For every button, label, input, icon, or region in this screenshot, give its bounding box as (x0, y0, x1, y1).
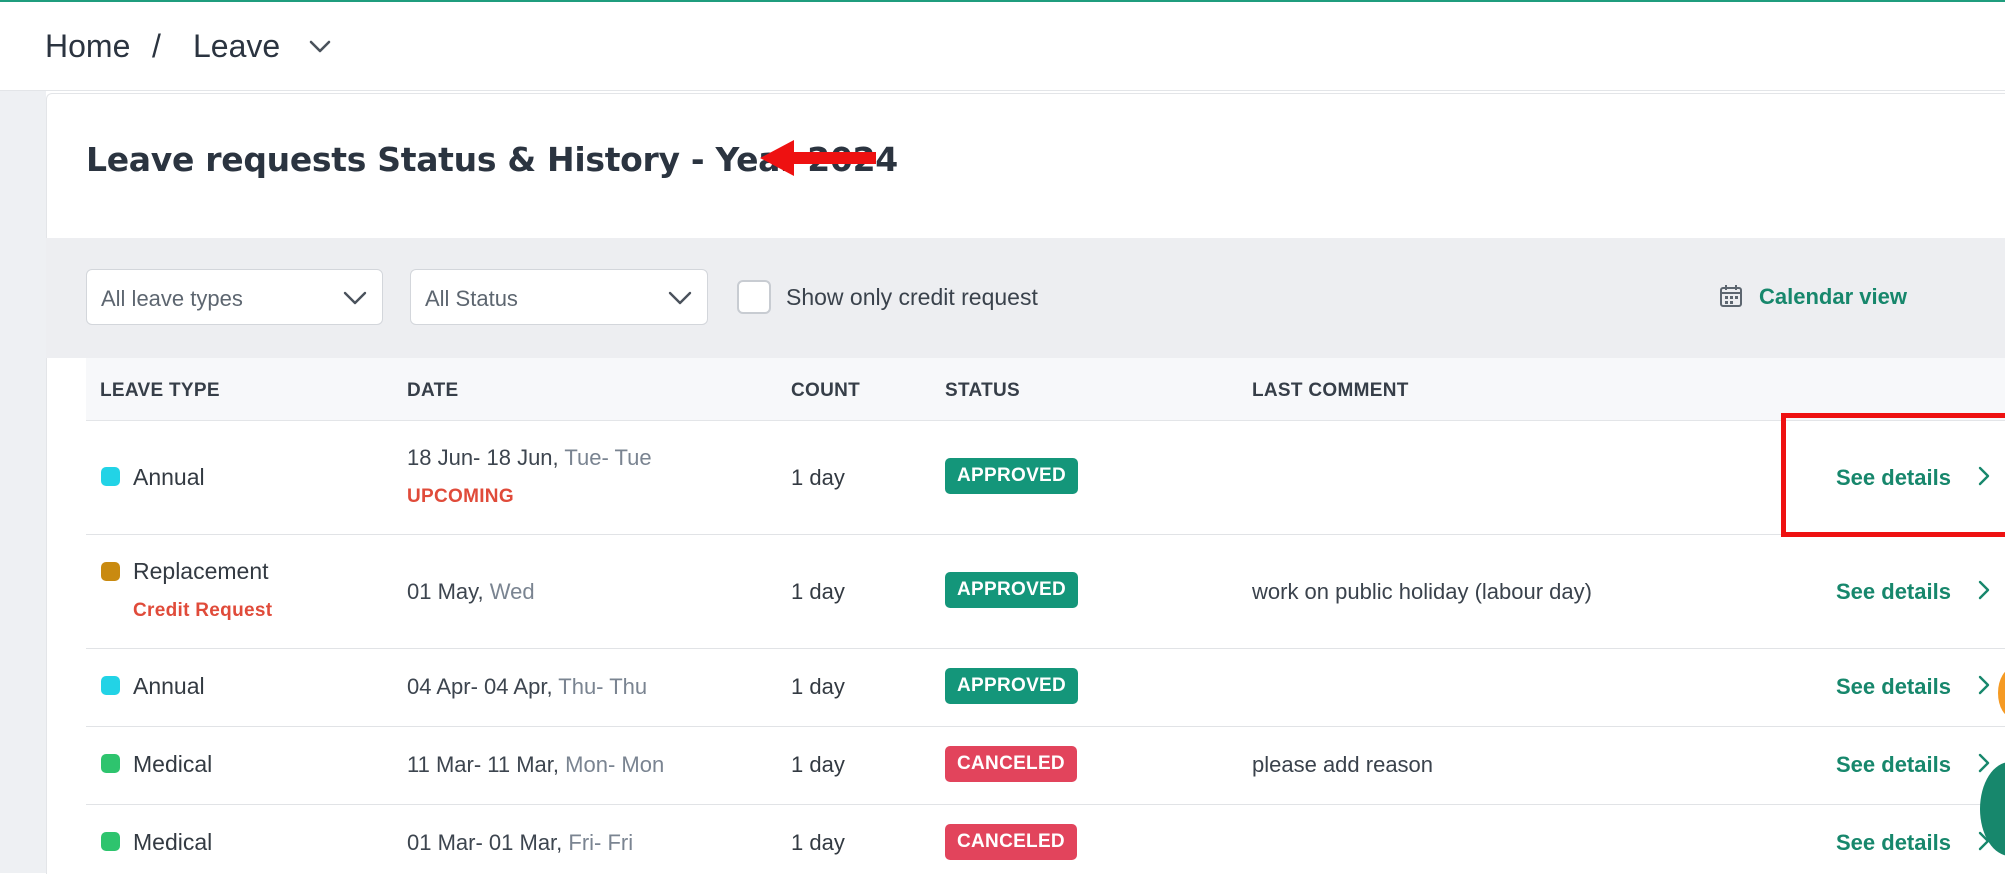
calendar-view-link[interactable]: Calendar view (1759, 284, 1907, 310)
credit-request-tag: Credit Request (133, 600, 273, 621)
status-badge: APPROVED (945, 668, 1079, 704)
see-details-link[interactable]: See details (1836, 830, 1951, 856)
see-details-link[interactable]: See details (1836, 752, 1951, 778)
table-header-row (86, 358, 2005, 421)
status-badge: CANCELED (945, 824, 1077, 860)
row-divider (86, 534, 2005, 535)
leave-type-color-dot (101, 832, 120, 851)
leave-type-color-dot (101, 467, 120, 486)
chevron-right-icon[interactable] (1975, 578, 1993, 602)
header-leave-type: LEAVE TYPE (100, 380, 220, 401)
leave-count: 1 day (791, 465, 845, 490)
chevron-down-icon (343, 291, 367, 305)
leave-type-label: Annual (133, 673, 205, 699)
leave-date: 01 Mar- 01 Mar, Fri- Fri (407, 830, 634, 855)
last-comment: work on public holiday (labour day) (1252, 579, 1592, 604)
header-count: COUNT (791, 380, 861, 401)
status-badge: CANCELED (945, 746, 1077, 782)
upcoming-tag: UPCOMING (407, 486, 514, 507)
breadcrumb-separator: / (152, 28, 161, 64)
see-details-link[interactable]: See details (1836, 674, 1951, 700)
status-badge: APPROVED (945, 572, 1079, 608)
left-gutter (0, 91, 46, 873)
row-divider (86, 726, 2005, 727)
status-select-value: All Status (425, 286, 518, 311)
leave-type-select[interactable]: All leave types (86, 269, 383, 325)
leave-count: 1 day (791, 830, 845, 855)
header-status: STATUS (945, 380, 1020, 401)
leave-date: 18 Jun- 18 Jun, Tue- Tue (407, 445, 652, 470)
status-select[interactable]: All Status (410, 269, 708, 325)
leave-type-color-dot (101, 676, 120, 695)
chevron-right-icon[interactable] (1975, 673, 1993, 697)
header-last-comment: LAST COMMENT (1252, 380, 1409, 401)
breadcrumb-home[interactable]: Home (45, 28, 130, 65)
credit-request-checkbox-label[interactable]: Show only credit request (786, 284, 1038, 311)
top-header: Home / Leave (0, 2, 2005, 91)
chevron-down-icon[interactable] (305, 32, 335, 62)
leave-type-label: Replacement (133, 558, 269, 584)
leave-type-select-value: All leave types (101, 286, 243, 311)
leave-type-label: Annual (133, 464, 205, 490)
row-divider (86, 804, 2005, 805)
row-divider (86, 648, 2005, 649)
chevron-down-icon (668, 291, 692, 305)
leave-count: 1 day (791, 674, 845, 699)
annotation-arrow-icon (760, 140, 876, 176)
leave-count: 1 day (791, 579, 845, 604)
credit-request-checkbox[interactable] (737, 280, 771, 314)
leave-type-color-dot (101, 754, 120, 773)
header-date: DATE (407, 380, 459, 401)
status-badge: APPROVED (945, 458, 1079, 494)
leave-type-label: Medical (133, 751, 213, 777)
leave-date: 11 Mar- 11 Mar, Mon- Mon (407, 752, 665, 777)
leave-count: 1 day (791, 752, 845, 777)
leave-date: 04 Apr- 04 Apr, Thu- Thu (407, 674, 648, 699)
calendar-icon[interactable] (1718, 283, 1744, 309)
leave-date: 01 May, Wed (407, 579, 535, 604)
leave-type-color-dot (101, 562, 120, 581)
see-details-link[interactable]: See details (1836, 579, 1951, 605)
annotation-highlight-box (1781, 413, 2005, 537)
last-comment: please add reason (1252, 752, 1434, 777)
breadcrumb-current[interactable]: Leave (193, 28, 280, 65)
leave-type-label: Medical (133, 829, 213, 855)
